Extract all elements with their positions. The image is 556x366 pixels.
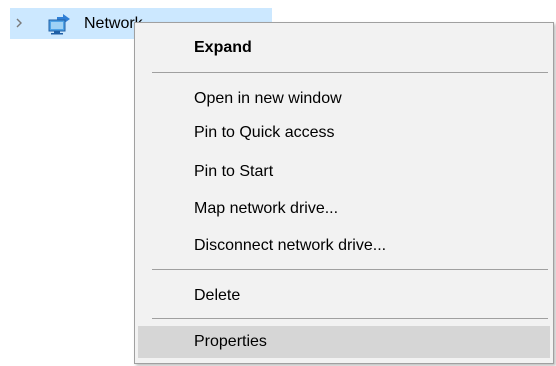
menu-separator xyxy=(152,269,548,270)
menu-item-label: Map network drive... xyxy=(194,200,339,217)
menu-item-label: Properties xyxy=(194,333,267,350)
menu-item-delete[interactable]: Delete xyxy=(138,280,550,312)
menu-item-label: Delete xyxy=(194,287,241,304)
menu-item-expand[interactable]: Expand xyxy=(138,32,550,64)
menu-item-pin-to-quick-access[interactable]: Pin to Quick access xyxy=(138,117,550,149)
explorer-navigation-pane: Network Expand Open in new window Pin to… xyxy=(0,0,556,366)
menu-item-map-network-drive[interactable]: Map network drive... xyxy=(138,193,550,225)
menu-item-properties[interactable]: Properties xyxy=(138,326,550,358)
network-icon xyxy=(48,13,72,35)
menu-separator xyxy=(152,72,548,73)
menu-item-label: Disconnect network drive... xyxy=(194,237,387,254)
menu-item-label: Expand xyxy=(194,39,252,56)
menu-item-open-in-new-window[interactable]: Open in new window xyxy=(138,83,550,115)
menu-item-disconnect-network-drive[interactable]: Disconnect network drive... xyxy=(138,230,550,262)
menu-separator xyxy=(152,318,548,319)
menu-item-label: Pin to Start xyxy=(194,163,274,180)
chevron-right-icon[interactable] xyxy=(12,15,26,31)
menu-item-label: Open in new window xyxy=(194,90,342,107)
context-menu: Expand Open in new window Pin to Quick a… xyxy=(134,22,554,364)
menu-item-pin-to-start[interactable]: Pin to Start xyxy=(138,156,550,188)
menu-item-label: Pin to Quick access xyxy=(194,124,335,141)
